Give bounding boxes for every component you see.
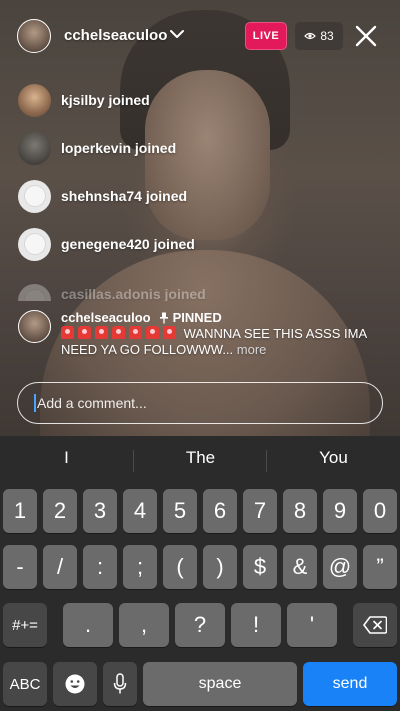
join-username[interactable]: casillas.adonis xyxy=(61,286,161,301)
suggestion-item[interactable]: I xyxy=(0,448,133,468)
default-avatar-icon xyxy=(23,289,46,301)
key[interactable]: 2 xyxy=(43,489,77,533)
backspace-key[interactable] xyxy=(353,603,397,647)
avatar[interactable] xyxy=(18,310,51,343)
suggestion-item[interactable]: The xyxy=(134,448,267,468)
join-action: joined xyxy=(153,236,195,252)
chevron-down-icon[interactable] xyxy=(170,29,184,39)
send-key[interactable]: send xyxy=(303,662,397,706)
pinned-username[interactable]: cchelseaculoo xyxy=(61,310,151,325)
join-event: kjsilby joined xyxy=(18,82,150,118)
join-username[interactable]: genegene420 xyxy=(61,236,150,252)
microphone-icon xyxy=(113,673,127,694)
live-badge: LIVE xyxy=(245,22,287,50)
join-action: joined xyxy=(145,188,188,204)
key[interactable]: 3 xyxy=(83,489,117,533)
default-avatar-icon xyxy=(23,233,46,255)
suggestion-bar: I The You xyxy=(0,436,400,484)
join-username[interactable]: shehnsha74 xyxy=(61,188,142,204)
eye-icon xyxy=(304,32,317,40)
key[interactable]: 4 xyxy=(123,489,157,533)
key[interactable]: : xyxy=(83,545,117,589)
avatar[interactable] xyxy=(18,179,51,213)
join-event: shehnsha74 joined xyxy=(18,178,187,214)
siren-emoji-icon xyxy=(61,326,74,339)
keyboard: I The You 1 2 3 4 5 6 7 8 9 0 - / : ; ( … xyxy=(0,436,400,711)
siren-emoji-icon xyxy=(163,326,176,339)
close-icon[interactable] xyxy=(352,22,380,50)
key[interactable]: ( xyxy=(163,545,197,589)
siren-emoji-icon xyxy=(146,326,159,339)
siren-emoji-icon xyxy=(95,326,108,339)
join-username[interactable]: kjsilby xyxy=(61,92,105,108)
comment-placeholder: Add a comment... xyxy=(37,395,147,411)
avatar[interactable] xyxy=(18,131,51,165)
key[interactable]: . xyxy=(63,603,113,647)
key[interactable]: ! xyxy=(231,603,281,647)
avatar[interactable] xyxy=(18,83,51,117)
key[interactable]: 8 xyxy=(283,489,317,533)
viewer-count-badge[interactable]: 83 xyxy=(295,22,343,50)
key[interactable]: ' xyxy=(287,603,337,647)
key[interactable]: ; xyxy=(123,545,157,589)
key[interactable]: 7 xyxy=(243,489,277,533)
siren-emoji-icon xyxy=(78,326,91,339)
join-username[interactable]: loperkevin xyxy=(61,140,131,156)
dictation-key[interactable] xyxy=(103,662,137,706)
live-header: cchelseaculoo LIVE 83 xyxy=(0,0,400,70)
join-action: joined xyxy=(134,140,177,156)
comment-input[interactable]: Add a comment... xyxy=(17,382,383,424)
join-event: loperkevin joined xyxy=(18,130,176,166)
suggestion-item[interactable]: You xyxy=(267,448,400,468)
key[interactable]: , xyxy=(119,603,169,647)
host-username[interactable]: cchelseaculoo xyxy=(64,27,167,44)
join-event: casillas.adonis joined xyxy=(18,283,206,301)
text-cursor xyxy=(34,394,36,412)
key[interactable]: 1 xyxy=(3,489,37,533)
key[interactable]: 6 xyxy=(203,489,237,533)
backspace-icon xyxy=(363,616,387,634)
emoji-key[interactable] xyxy=(53,662,97,706)
avatar[interactable] xyxy=(18,283,51,301)
key[interactable]: ) xyxy=(203,545,237,589)
join-action: joined xyxy=(108,92,150,108)
avatar[interactable] xyxy=(18,227,51,261)
key[interactable]: 0 xyxy=(363,489,397,533)
host-avatar[interactable] xyxy=(17,19,51,53)
key[interactable]: @ xyxy=(323,545,357,589)
viewer-count: 83 xyxy=(320,29,334,43)
more-link[interactable]: more xyxy=(237,342,267,357)
emoji-icon xyxy=(65,674,85,694)
key[interactable]: - xyxy=(3,545,37,589)
pinned-label: PINNED xyxy=(172,310,222,325)
default-avatar-icon xyxy=(23,185,46,207)
siren-emoji-icon xyxy=(112,326,125,339)
siren-emoji-icon xyxy=(129,326,142,339)
key[interactable]: 9 xyxy=(323,489,357,533)
space-key[interactable]: space xyxy=(143,662,297,706)
join-action: joined xyxy=(164,286,206,301)
key[interactable]: ” xyxy=(363,545,397,589)
pin-icon xyxy=(159,312,168,323)
key[interactable]: & xyxy=(283,545,317,589)
key[interactable]: 5 xyxy=(163,489,197,533)
key[interactable]: ? xyxy=(175,603,225,647)
abc-key[interactable]: ABC xyxy=(3,662,47,706)
join-event: genegene420 joined xyxy=(18,226,195,262)
key[interactable]: / xyxy=(43,545,77,589)
more-symbols-key[interactable]: #+= xyxy=(3,603,47,647)
key[interactable]: $ xyxy=(243,545,277,589)
